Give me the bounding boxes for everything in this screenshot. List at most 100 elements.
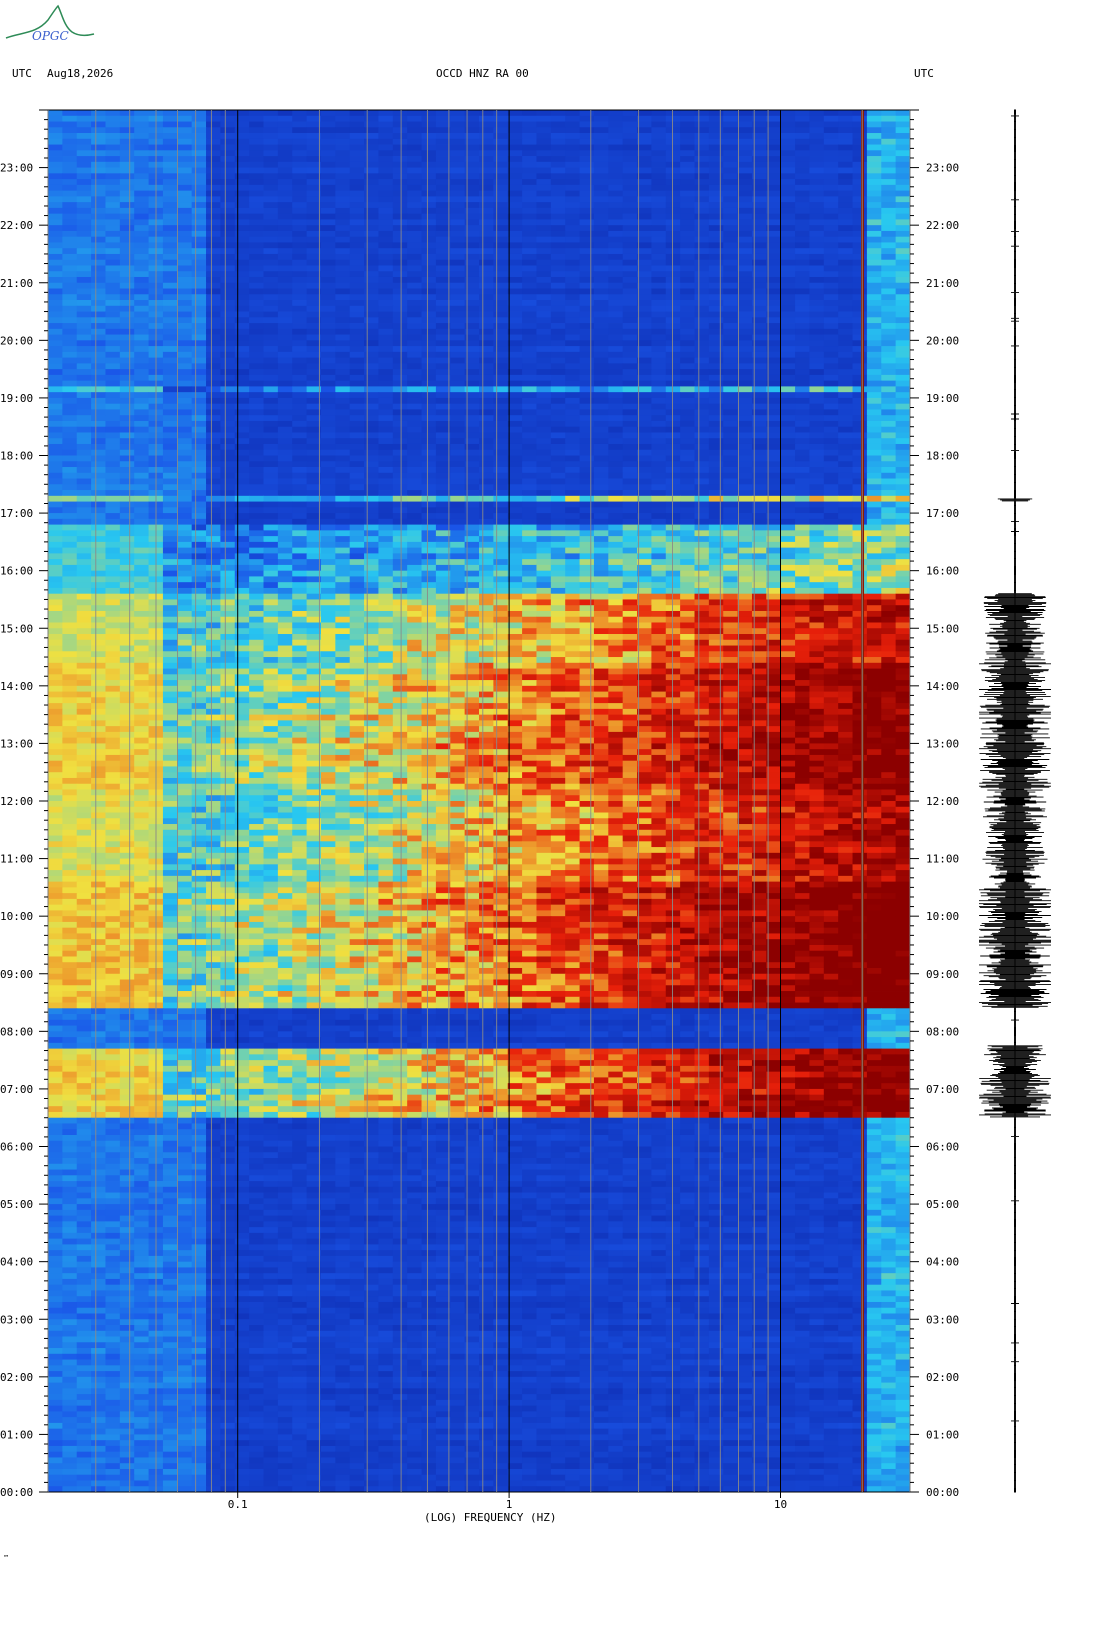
heatmap-cell xyxy=(550,461,566,468)
heatmap-cell xyxy=(234,305,250,312)
heatmap-cell xyxy=(392,311,408,318)
heatmap-cell xyxy=(723,374,739,382)
heatmap-cell xyxy=(579,334,595,341)
heatmap-cell xyxy=(220,334,236,341)
heatmap-cell xyxy=(522,184,537,192)
heatmap-cell xyxy=(680,513,695,520)
heatmap-cell xyxy=(536,380,552,387)
heatmap-cell xyxy=(608,363,624,370)
heatmap-cell xyxy=(249,340,264,347)
heatmap-cell xyxy=(795,472,810,479)
heatmap-cell xyxy=(335,207,351,215)
heatmap-cell xyxy=(708,213,724,220)
heatmap-cell xyxy=(378,438,394,445)
heatmap-cell xyxy=(479,156,494,163)
heatmap-cell xyxy=(335,363,351,370)
heatmap-cell xyxy=(48,346,63,353)
heatmap-cell xyxy=(493,127,509,134)
heatmap-cell xyxy=(737,115,753,122)
heatmap-cell xyxy=(766,369,782,376)
heatmap-cell xyxy=(622,288,638,295)
heatmap-cell xyxy=(536,305,552,312)
heatmap-cell xyxy=(48,259,63,266)
heatmap-cell xyxy=(48,501,63,508)
heatmap-cell xyxy=(550,328,566,335)
heatmap-cell xyxy=(622,173,638,180)
heatmap-cell xyxy=(809,121,825,128)
heatmap-cell xyxy=(407,392,423,399)
heatmap-cell xyxy=(895,167,911,174)
heatmap-cell xyxy=(651,472,667,479)
heatmap-cell xyxy=(421,472,437,479)
heatmap-cell xyxy=(651,386,667,393)
heatmap-cell xyxy=(637,547,652,554)
heatmap-cell xyxy=(407,443,423,451)
heatmap-cell xyxy=(651,294,667,301)
heatmap-cell xyxy=(680,294,695,301)
heatmap-cell xyxy=(162,501,178,508)
heatmap-cell xyxy=(637,530,652,537)
heatmap-cell xyxy=(852,403,868,410)
heatmap-cell xyxy=(320,461,336,468)
heatmap-cell xyxy=(852,415,868,422)
heatmap-cell xyxy=(881,225,897,232)
heatmap-cell xyxy=(421,490,437,497)
heatmap-cell xyxy=(349,420,365,428)
heatmap-cell xyxy=(708,121,724,128)
heatmap-cell xyxy=(191,415,207,422)
heatmap-cell xyxy=(335,161,351,168)
heatmap-cell xyxy=(766,426,782,433)
heatmap-cell xyxy=(737,507,753,514)
heatmap-cell xyxy=(91,184,106,192)
heatmap-cell xyxy=(694,323,710,330)
heatmap-cell xyxy=(320,156,336,163)
heatmap-cell xyxy=(263,253,279,261)
heatmap-cell xyxy=(579,259,595,266)
heatmap-cell xyxy=(134,334,150,341)
heatmap-cell xyxy=(522,190,537,197)
heatmap-cell xyxy=(536,559,552,566)
heatmap-cell xyxy=(320,282,336,289)
heatmap-cell xyxy=(838,541,854,549)
heatmap-cell xyxy=(493,392,509,399)
heatmap-cell xyxy=(292,415,308,422)
heatmap-cell xyxy=(565,110,581,117)
heatmap-cell xyxy=(866,518,882,525)
heatmap-cell xyxy=(421,265,437,272)
heatmap-cell xyxy=(392,513,408,520)
heatmap-cell xyxy=(134,253,150,261)
heatmap-cell xyxy=(62,138,78,145)
heatmap-cell xyxy=(421,167,437,174)
heatmap-cell xyxy=(593,426,609,433)
heatmap-cell xyxy=(881,282,897,289)
heatmap-cell xyxy=(737,553,753,560)
heatmap-cell xyxy=(579,219,595,226)
heatmap-cell xyxy=(364,461,379,468)
heatmap-cell xyxy=(249,467,264,474)
heatmap-cell xyxy=(378,518,394,525)
heatmap-cell xyxy=(134,449,150,456)
heatmap-cell xyxy=(407,305,423,312)
heatmap-cell xyxy=(507,513,523,520)
heatmap-cell xyxy=(206,501,221,508)
heatmap-cell xyxy=(680,559,695,566)
heatmap-cell xyxy=(838,438,854,445)
heatmap-cell xyxy=(392,276,408,284)
heatmap-cell xyxy=(450,317,466,324)
heatmap-cell xyxy=(651,547,667,554)
heatmap-cell xyxy=(780,219,796,226)
heatmap-cell xyxy=(292,265,308,272)
heatmap-cell xyxy=(723,530,739,537)
heatmap-cell xyxy=(119,334,135,341)
heatmap-cell xyxy=(723,253,739,261)
heatmap-cell xyxy=(119,121,135,128)
heatmap-cell xyxy=(852,121,868,128)
heatmap-cell xyxy=(48,392,63,399)
heatmap-cell xyxy=(708,495,724,502)
heatmap-cell xyxy=(277,110,293,117)
heatmap-cell xyxy=(421,576,437,583)
heatmap-cell xyxy=(277,397,293,405)
heatmap-cell xyxy=(536,265,552,272)
heatmap-cell xyxy=(220,236,236,243)
heatmap-cell xyxy=(220,127,236,134)
